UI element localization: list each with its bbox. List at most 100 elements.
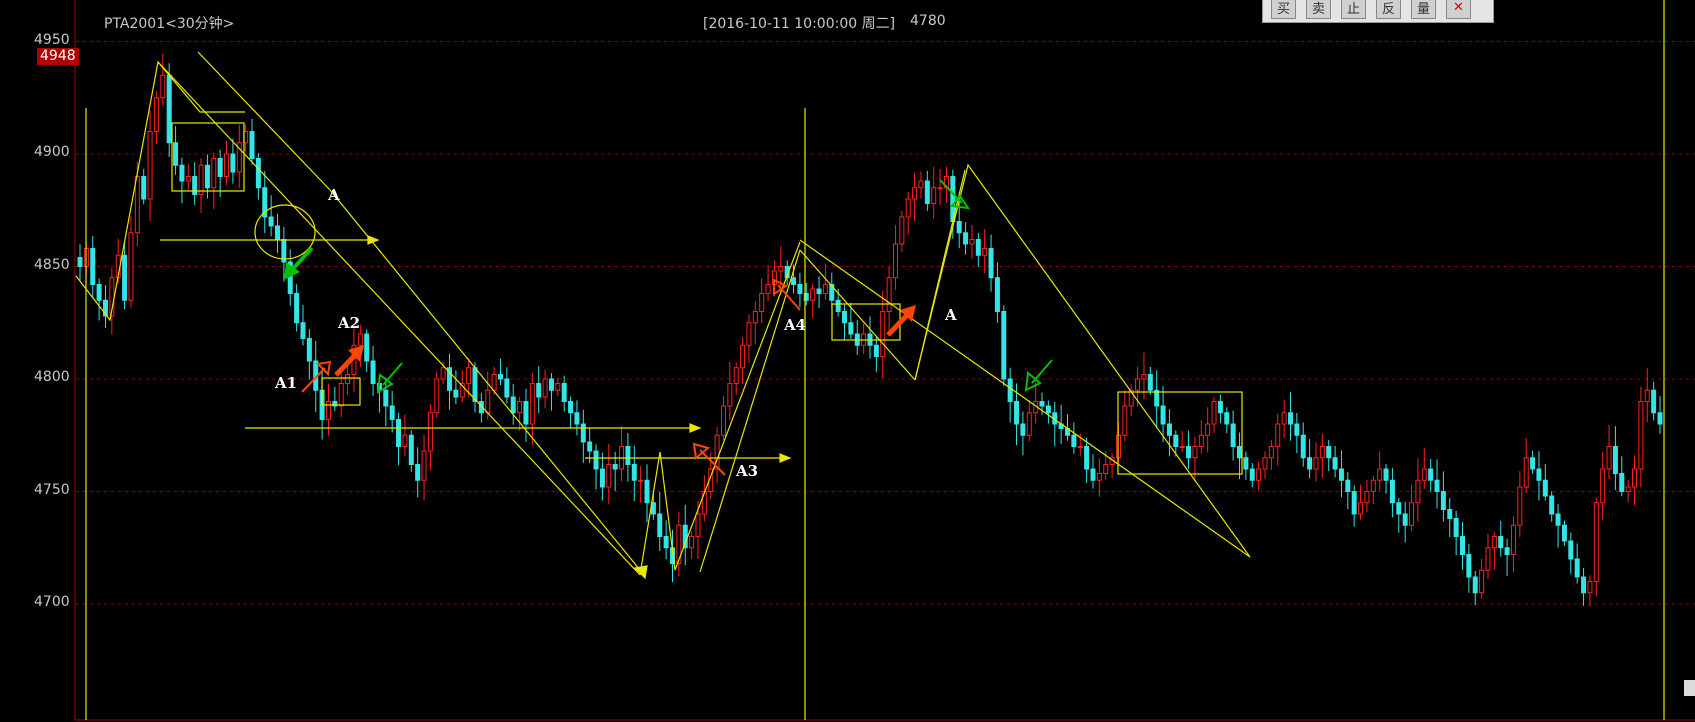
candle-body [275, 225, 280, 240]
candle-body [1587, 581, 1593, 594]
candle-body [975, 239, 981, 256]
candle-body [1600, 468, 1606, 504]
candle-body [1173, 434, 1179, 447]
y-tick-label: 4900 [34, 144, 70, 160]
candle-body [599, 468, 605, 488]
annotation-a2: A2 [338, 314, 361, 332]
candle-body [415, 464, 421, 481]
candle-body [892, 243, 898, 279]
candle-body [536, 383, 542, 398]
candle-body [1453, 518, 1459, 537]
candle-body [625, 446, 631, 465]
candle-body [1166, 423, 1172, 436]
candle-body [204, 164, 210, 189]
candle-body [1122, 405, 1128, 436]
candle-body [1096, 473, 1102, 481]
candle-body [638, 479, 644, 482]
candle-body [631, 464, 637, 481]
candle-body [300, 322, 306, 339]
candle-body [1020, 423, 1026, 436]
candle-body [1243, 457, 1249, 470]
candle-body [166, 74, 172, 144]
candle-body [1657, 412, 1663, 425]
candle-body [1383, 468, 1389, 481]
candle-body [1230, 423, 1236, 447]
y-tick-label: 4950 [34, 31, 70, 48]
stop-button[interactable]: 止 [1341, 0, 1366, 19]
candle-body [982, 248, 988, 256]
volume-button[interactable]: 量 [1411, 0, 1436, 19]
candle-body [1275, 423, 1281, 447]
candle-body [1332, 457, 1338, 470]
buy-button[interactable]: 买 [1271, 0, 1296, 19]
candle-body [440, 367, 446, 380]
candle-body [1428, 468, 1434, 481]
candle-body [504, 378, 510, 398]
candle-body [357, 333, 363, 346]
candle-body [1179, 446, 1185, 448]
candle-body [383, 389, 389, 407]
candle-body [727, 383, 733, 407]
candle-body [160, 74, 166, 99]
reverse-button[interactable]: 反 [1376, 0, 1401, 19]
candle-body [568, 401, 574, 414]
candle-body [1351, 491, 1357, 515]
candle-body [217, 158, 223, 177]
annotation-a: A [328, 186, 340, 204]
candle-body [1147, 374, 1153, 391]
candle-body [720, 405, 726, 436]
scroll-corner[interactable] [1684, 680, 1695, 696]
candle-body [1370, 479, 1376, 492]
candle-body [1090, 468, 1096, 481]
candle-body [924, 180, 930, 204]
candle-body [1377, 468, 1383, 481]
candle-body [593, 450, 599, 470]
candle-body [173, 142, 179, 166]
candle-body [1498, 536, 1504, 549]
candle-body [816, 288, 822, 294]
candle-body [230, 153, 236, 173]
candle-body [899, 216, 905, 245]
candle-body [1071, 434, 1077, 447]
candle-body [994, 277, 1000, 312]
candle-body [1358, 502, 1364, 515]
y-tick-label: 4800 [34, 369, 70, 385]
candle-body [1256, 468, 1262, 481]
candle-body [1313, 457, 1319, 470]
candle-body [587, 441, 593, 452]
candle-body [1638, 401, 1644, 470]
candle-body [96, 284, 102, 301]
close-icon[interactable]: ✕ [1446, 0, 1471, 19]
candle-body [90, 248, 96, 285]
candle-body [453, 389, 459, 398]
candle-body [1491, 536, 1497, 549]
candle-body [338, 383, 344, 407]
candle-body [1581, 576, 1587, 594]
candle-body [918, 180, 924, 189]
candle-body [1084, 446, 1090, 470]
candle-body [835, 299, 841, 312]
candle-body [1479, 569, 1485, 594]
candle-body [644, 479, 650, 504]
candle-body [141, 176, 147, 200]
symbol-title: PTA2001<30分钟> [104, 16, 235, 32]
candle-body [1440, 491, 1446, 510]
candle-body [1077, 446, 1083, 448]
candle-body [389, 405, 395, 420]
candle-body [224, 153, 230, 177]
candle-body [1651, 389, 1657, 414]
candle-body [1364, 491, 1370, 504]
candle-body [510, 396, 516, 414]
candle-body [1472, 576, 1478, 594]
candle-body [912, 187, 918, 200]
candle-body [612, 464, 618, 470]
candle-body [1319, 446, 1325, 459]
candle-body [77, 257, 83, 267]
candle-body [963, 232, 969, 245]
candle-body [1217, 401, 1223, 414]
candle-body [1549, 495, 1555, 515]
cursor-value: 4780 [910, 13, 946, 29]
candle-body [561, 383, 567, 402]
sell-button[interactable]: 卖 [1306, 0, 1331, 19]
candle-body [306, 338, 312, 362]
